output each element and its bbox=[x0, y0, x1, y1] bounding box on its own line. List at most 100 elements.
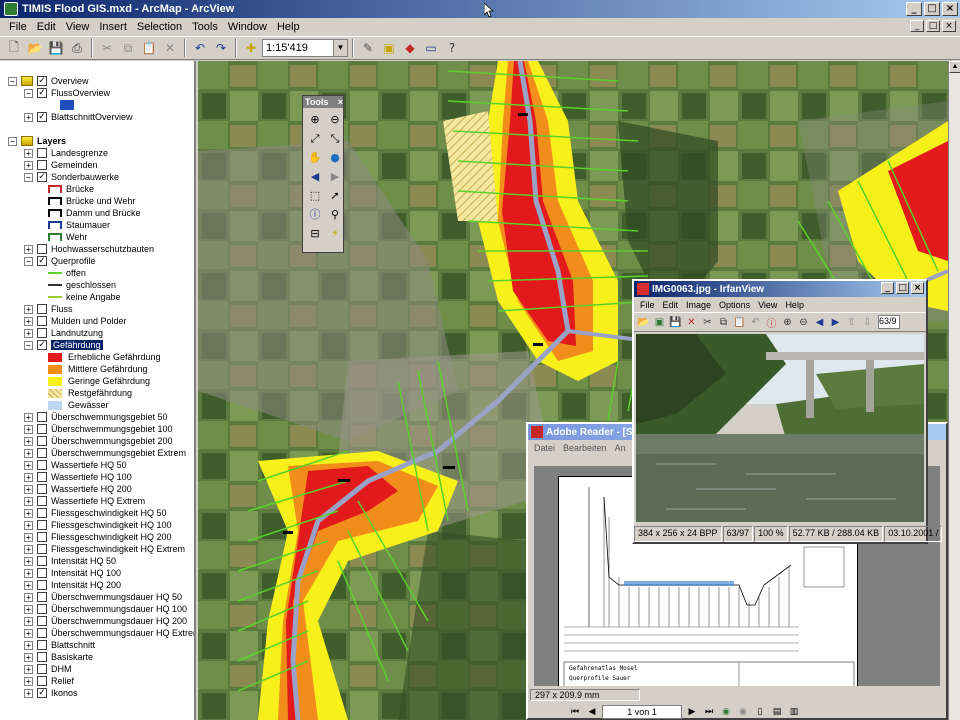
toc-layer[interactable]: + Wassertiefe HQ Extrem bbox=[24, 495, 145, 507]
go-back-icon[interactable]: ◉ bbox=[719, 705, 733, 719]
expand-icon[interactable]: + bbox=[24, 508, 33, 518]
toc-layer-label[interactable]: Überschwemmungsgebiet 100 bbox=[51, 424, 173, 434]
layer-checkbox[interactable] bbox=[37, 328, 47, 338]
menu-insert[interactable]: Insert bbox=[94, 21, 132, 33]
toc-layer-label[interactable]: Fliessgeschwindigkeit HQ 100 bbox=[51, 520, 172, 530]
toc-layer[interactable]: + Relief bbox=[24, 675, 74, 687]
expand-icon[interactable]: + bbox=[24, 676, 33, 686]
toc-layer-label[interactable]: Overview bbox=[51, 76, 89, 86]
document-restore-button[interactable]: □ bbox=[926, 20, 940, 32]
expand-icon[interactable]: + bbox=[24, 112, 33, 122]
toc-layer[interactable]: + Intensität HQ 100 bbox=[24, 567, 121, 579]
layer-checkbox[interactable]: ✓ bbox=[37, 688, 47, 698]
document-close-button[interactable]: × bbox=[942, 20, 956, 32]
toc-layer[interactable]: + Wassertiefe HQ 50 bbox=[24, 459, 127, 471]
expand-icon[interactable]: + bbox=[24, 520, 33, 530]
expand-icon[interactable]: + bbox=[24, 328, 33, 338]
measure-icon[interactable]: ⊟ bbox=[306, 225, 324, 242]
expand-icon[interactable]: + bbox=[24, 604, 33, 614]
toc-layer[interactable]: + Fliessgeschwindigkeit HQ 50 bbox=[24, 507, 167, 519]
info-icon[interactable]: ⓘ bbox=[764, 315, 779, 330]
toc-layer[interactable]: + Hochwasserschutzbauten bbox=[24, 243, 154, 255]
layer-checkbox[interactable] bbox=[37, 160, 47, 170]
irfanview-titlebar[interactable]: IMG0063.jpg - IrfanView _ □ × bbox=[634, 281, 926, 297]
layer-checkbox[interactable] bbox=[37, 544, 47, 554]
save-icon[interactable]: 💾 bbox=[46, 38, 66, 58]
find-icon[interactable]: ⚲ bbox=[326, 206, 344, 223]
delete-icon[interactable]: ✕ bbox=[160, 38, 180, 58]
layer-checkbox[interactable] bbox=[37, 640, 47, 650]
minimize-button[interactable]: _ bbox=[906, 2, 922, 16]
toc-layer-label[interactable]: Intensität HQ 200 bbox=[51, 580, 121, 590]
arctoolbox-red-icon[interactable]: ◆ bbox=[400, 38, 420, 58]
adobe-menu-file[interactable]: Datei bbox=[530, 443, 559, 453]
toc-layer[interactable]: + Fliessgeschwindigkeit HQ Extrem bbox=[24, 543, 185, 555]
layer-checkbox[interactable] bbox=[37, 484, 47, 494]
toc-layer[interactable]: − ✓ Sonderbauwerke bbox=[24, 171, 119, 183]
irfan-menu-edit[interactable]: Edit bbox=[659, 300, 683, 310]
adobe-menu-view[interactable]: An bbox=[611, 443, 630, 453]
paste-icon[interactable]: 📋 bbox=[139, 38, 159, 58]
toc-group[interactable]: − Layers bbox=[8, 135, 66, 147]
toc-layer-label[interactable]: Querprofile bbox=[51, 256, 96, 266]
toc-layer[interactable]: − ✓ FlussOverview bbox=[24, 87, 110, 99]
toc-layer[interactable]: + Überschwemmungsgebiet 200 bbox=[24, 435, 173, 447]
toc-layer-label[interactable]: Wassertiefe HQ 200 bbox=[51, 484, 132, 494]
expand-icon[interactable]: + bbox=[24, 160, 33, 170]
print-icon[interactable]: ⎙ bbox=[67, 38, 87, 58]
expand-icon[interactable]: + bbox=[24, 616, 33, 626]
toc-layer-label[interactable]: Überschwemmungsgebiet 200 bbox=[51, 436, 173, 446]
expand-icon[interactable]: + bbox=[24, 424, 33, 434]
toc-layer[interactable]: + Fluss bbox=[24, 303, 73, 315]
layout-icon[interactable]: ▭ bbox=[421, 38, 441, 58]
identify-icon[interactable]: ⓘ bbox=[306, 206, 324, 223]
layer-checkbox[interactable] bbox=[37, 592, 47, 602]
layer-checkbox[interactable]: ✓ bbox=[37, 76, 47, 86]
toc-layer-label[interactable]: Überschwemmungsdauer HQ 50 bbox=[51, 592, 182, 602]
layer-checkbox[interactable] bbox=[37, 148, 47, 158]
toc-layer[interactable]: + Überschwemmungsdauer HQ 100 bbox=[24, 603, 187, 615]
expand-icon[interactable]: + bbox=[24, 496, 33, 506]
toc-layer-label[interactable]: Wassertiefe HQ 100 bbox=[51, 472, 132, 482]
collapse-icon[interactable]: − bbox=[24, 256, 33, 266]
menu-window[interactable]: Window bbox=[223, 21, 272, 33]
close-button[interactable]: × bbox=[942, 2, 958, 16]
back-icon[interactable]: ◀ bbox=[306, 168, 324, 185]
single-page-icon[interactable]: ▯ bbox=[753, 705, 767, 719]
irfan-menu-view[interactable]: View bbox=[754, 300, 781, 310]
toc-layer[interactable]: + Landnutzung bbox=[24, 327, 103, 339]
toc-layer[interactable]: + Fliessgeschwindigkeit HQ 100 bbox=[24, 519, 172, 531]
layer-checkbox[interactable] bbox=[37, 424, 47, 434]
toc-layer[interactable]: + Intensität HQ 50 bbox=[24, 555, 116, 567]
map-vertical-scrollbar[interactable]: ▲ bbox=[948, 61, 960, 720]
layer-checkbox[interactable] bbox=[37, 472, 47, 482]
irfan-menu-image[interactable]: Image bbox=[682, 300, 715, 310]
irfanview-minimize-button[interactable]: _ bbox=[881, 282, 894, 294]
toc-layer[interactable]: + ✓ Ikonos bbox=[24, 687, 78, 699]
delete-icon[interactable]: ✕ bbox=[684, 315, 699, 330]
toc-layer[interactable]: + Überschwemmungsdauer HQ 50 bbox=[24, 591, 182, 603]
fixed-zoom-in-icon[interactable]: ⤢ bbox=[306, 130, 324, 147]
irfanview-close-button[interactable]: × bbox=[911, 282, 924, 294]
toc-layer-label[interactable]: Gefährdung bbox=[51, 340, 103, 350]
expand-icon[interactable]: + bbox=[24, 412, 33, 422]
save-icon[interactable]: 💾 bbox=[668, 315, 683, 330]
toc-layer-label[interactable]: Intensität HQ 50 bbox=[51, 556, 116, 566]
layer-checkbox[interactable] bbox=[37, 460, 47, 470]
pan-icon[interactable]: ✋ bbox=[306, 149, 324, 166]
expand-icon[interactable]: + bbox=[24, 448, 33, 458]
zoom-in-icon[interactable]: ⊕ bbox=[780, 315, 795, 330]
undo-icon[interactable]: ↶ bbox=[190, 38, 210, 58]
paste-icon[interactable]: 📋 bbox=[732, 315, 747, 330]
copy-icon[interactable]: ⧉ bbox=[716, 315, 731, 330]
expand-icon[interactable]: + bbox=[24, 628, 33, 638]
collapse-icon[interactable]: − bbox=[24, 88, 33, 98]
collapse-icon[interactable]: − bbox=[24, 340, 33, 350]
irfan-menu-help[interactable]: Help bbox=[781, 300, 808, 310]
previous-icon[interactable]: ◀ bbox=[812, 315, 827, 330]
arctoolbox-icon[interactable]: ▣ bbox=[379, 38, 399, 58]
toc-layer-label[interactable]: Hochwasserschutzbauten bbox=[51, 244, 154, 254]
expand-icon[interactable]: + bbox=[24, 544, 33, 554]
toc-layer-label[interactable]: Ikonos bbox=[51, 688, 78, 698]
layer-checkbox[interactable] bbox=[37, 532, 47, 542]
